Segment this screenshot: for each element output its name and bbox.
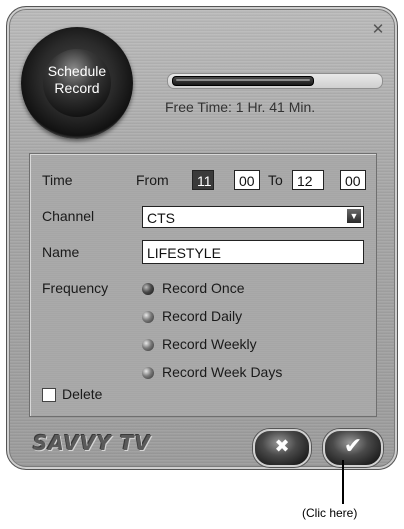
radio-button-icon (142, 311, 154, 323)
channel-select[interactable]: CTS ▼ (142, 206, 364, 228)
radio-button-icon (142, 367, 154, 379)
channel-value: CTS (147, 210, 175, 226)
radio-label: Record Weekly (162, 336, 257, 352)
ok-button[interactable]: ✔ (323, 429, 383, 467)
cancel-button[interactable]: ✖ (253, 429, 311, 467)
radio-label: Record Week Days (162, 364, 283, 380)
savvy-tv-logo: SAVVY TV (33, 431, 152, 455)
checkmark-icon: ✔ (343, 434, 363, 459)
schedule-record-window: ✕ Schedule Record Free Time: 1 Hr. 41 Mi… (6, 6, 398, 470)
radio-label: Record Once (162, 280, 245, 296)
orb-label: Schedule Record (47, 63, 107, 96)
radio-label: Record Daily (162, 308, 243, 324)
channel-label: Channel (42, 208, 95, 224)
free-time-text: Free Time: 1 Hr. 41 Min. (165, 99, 316, 115)
callout-line (342, 460, 344, 504)
x-icon: ✖ (274, 436, 290, 457)
chevron-down-icon[interactable]: ▼ (347, 209, 361, 223)
delete-label: Delete (62, 386, 103, 402)
callout-text: (Clic here) (302, 506, 358, 520)
schedule-record-orb[interactable]: Schedule Record (21, 27, 133, 139)
from-label: From (136, 172, 169, 188)
to-label: To (268, 172, 283, 188)
close-icon[interactable]: ✕ (369, 21, 387, 37)
time-label: Time (42, 172, 73, 188)
to-hour-field[interactable]: 12 (292, 170, 324, 190)
name-input[interactable]: LIFESTYLE (142, 240, 364, 264)
free-time-meter-fill (172, 76, 314, 86)
from-minute-field[interactable]: 00 (234, 170, 260, 190)
radio-button-icon (142, 339, 154, 351)
radio-button-icon (142, 283, 154, 295)
from-hour-field[interactable]: 11 (192, 170, 214, 190)
delete-checkbox[interactable] (42, 388, 56, 402)
name-label: Name (42, 244, 80, 260)
schedule-form-panel: Time From 11 00 To 12 00 Channel CTS ▼ N… (29, 153, 377, 417)
frequency-label: Frequency (42, 280, 109, 296)
to-minute-field[interactable]: 00 (340, 170, 366, 190)
free-time-meter (167, 73, 383, 89)
